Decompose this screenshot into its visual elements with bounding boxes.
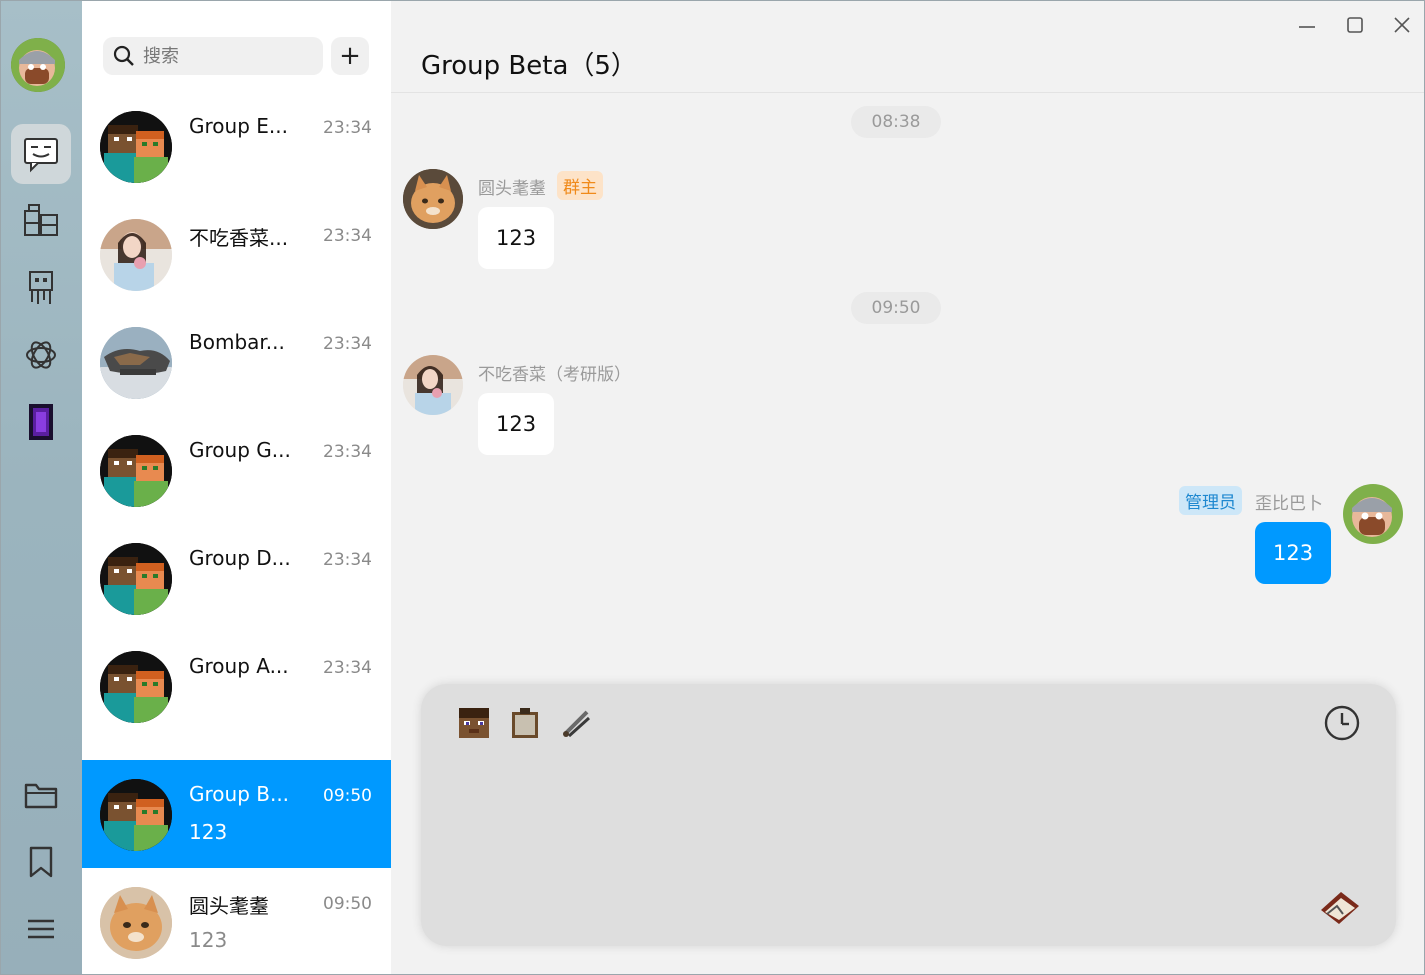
folder-icon: [24, 783, 58, 809]
rail-bookmark-button[interactable]: [11, 832, 71, 892]
robot-icon: [29, 271, 53, 304]
conversation-time: 23:34: [323, 550, 372, 570]
sender-avatar[interactable]: [403, 169, 463, 229]
nav-rail: [1, 1, 82, 974]
rail-contacts-button[interactable]: [11, 191, 71, 251]
conversation-name: Group A...: [189, 654, 289, 678]
admin-badge: 管理员: [1179, 486, 1242, 515]
clipboard-icon[interactable]: [508, 706, 542, 740]
steve-head-icon[interactable]: [457, 706, 491, 740]
message-bubble[interactable]: 123: [478, 207, 555, 269]
chat-panel: Group Beta（5） 08:38 圆头耄耋 群主 123 09:50 不吃…: [391, 1, 1424, 974]
rail-portal-button[interactable]: [11, 392, 71, 452]
search-input[interactable]: [143, 45, 313, 67]
conversation-name: Bombar...: [189, 330, 285, 354]
maximize-button[interactable]: [1341, 11, 1369, 39]
owner-badge: 群主: [557, 171, 603, 200]
minimize-icon: [1299, 26, 1315, 28]
history-clock-icon[interactable]: [1323, 704, 1361, 742]
message-composer[interactable]: [421, 684, 1396, 946]
conversation-item[interactable]: Group D... 23:34: [82, 524, 391, 632]
conversation-name: Group B...: [189, 782, 290, 806]
conversation-time: 23:34: [323, 658, 372, 678]
chat-title: Group Beta（5）: [421, 51, 637, 81]
sender-name: 不吃香菜（考研版）: [478, 365, 631, 385]
bookmark-icon: [29, 846, 53, 878]
message-bubble[interactable]: 123: [478, 393, 555, 455]
conversation-time: 23:34: [323, 118, 372, 138]
maximize-icon: [1347, 17, 1363, 33]
conversation-item[interactable]: 不吃香菜... 23:34: [82, 200, 391, 308]
scissors-icon[interactable]: [559, 706, 593, 740]
user-avatar: [100, 887, 172, 959]
rail-robot-button[interactable]: [11, 258, 71, 318]
conversation-item[interactable]: Group A... 23:34: [82, 632, 391, 740]
search-icon: [113, 45, 134, 66]
conversation-time: 09:50: [323, 786, 372, 806]
group-avatar: [100, 111, 172, 183]
message-bubble-outgoing[interactable]: 123: [1255, 522, 1332, 584]
conversation-name: Group E...: [189, 114, 288, 138]
timestamp-pill: 09:50: [851, 292, 941, 324]
conversation-preview: 123: [189, 820, 228, 844]
conversation-name: 不吃香菜...: [189, 226, 289, 250]
conversation-item-active[interactable]: Group B... 09:50 123: [82, 760, 391, 868]
timestamp-pill: 08:38: [851, 106, 941, 138]
conversation-name: Group G...: [189, 438, 291, 462]
sender-name: 圆头耄耋: [478, 179, 546, 199]
close-button[interactable]: [1388, 11, 1416, 39]
rail-openai-button[interactable]: [11, 325, 71, 385]
send-book-icon[interactable]: [1317, 886, 1363, 928]
minimize-button[interactable]: [1293, 11, 1321, 39]
conversation-item[interactable]: 圆头耄耋 09:50 123: [82, 868, 391, 974]
group-avatar: [100, 543, 172, 615]
conversation-preview: 123: [189, 928, 228, 952]
search-box[interactable]: [103, 37, 323, 75]
menu-icon: [28, 919, 54, 939]
header-divider: [391, 92, 1424, 93]
conversation-list: + Group E... 23:34 不吃香菜... 23:34 Bombar.…: [82, 1, 391, 974]
contacts-icon: [24, 204, 58, 236]
rail-chat-button[interactable]: [11, 124, 71, 184]
group-avatar: [100, 779, 172, 851]
user-avatar: [100, 219, 172, 291]
conversation-time: 23:34: [323, 334, 372, 354]
conversation-name: 圆头耄耋: [189, 894, 269, 918]
rail-folder-button[interactable]: [11, 765, 71, 825]
group-avatar: [100, 651, 172, 723]
conversation-time: 23:34: [323, 226, 372, 246]
app-window: + Group E... 23:34 不吃香菜... 23:34 Bombar.…: [0, 0, 1425, 975]
openai-icon: [26, 341, 56, 369]
conversation-time: 23:34: [323, 442, 372, 462]
user-avatar: [100, 327, 172, 399]
chat-icon: [24, 138, 58, 173]
my-avatar[interactable]: [11, 38, 65, 92]
sender-name: 歪比巴卜: [1255, 494, 1323, 514]
conversation-name: Group D...: [189, 546, 291, 570]
conversation-item[interactable]: Group E... 23:34: [82, 92, 391, 200]
close-icon: [1394, 17, 1410, 33]
my-message-avatar[interactable]: [1343, 484, 1403, 544]
conversation-time: 09:50: [323, 894, 372, 914]
rail-menu-button[interactable]: [11, 899, 71, 959]
conversation-item[interactable]: Group G... 23:34: [82, 416, 391, 524]
portal-icon: [29, 404, 53, 440]
conversation-item[interactable]: Bombar... 23:34: [82, 308, 391, 416]
add-button[interactable]: +: [331, 37, 369, 75]
sender-avatar[interactable]: [403, 355, 463, 415]
group-avatar: [100, 435, 172, 507]
